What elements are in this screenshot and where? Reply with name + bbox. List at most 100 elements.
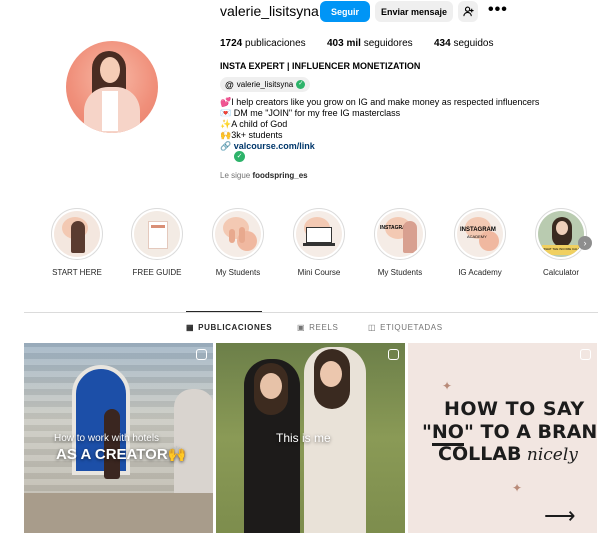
threads-badge[interactable]: @ valerie_lisitsyna ✓ [220,77,311,92]
highlight-free-guide[interactable]: FREE GUIDE [127,208,187,277]
highlight-cover: INSTAGRAM ACADEMY [457,211,503,257]
highlight-ring: WHAT THE INCOME CALCULATOR [535,208,587,260]
reel-icon [196,349,207,360]
tagged-icon: ◫ [368,323,377,332]
post-caption-line2: AS A CREATOR🙌 [56,446,187,463]
cover-text: ACADEMY [467,234,487,239]
threads-icon: @ [225,79,234,90]
tab-tagged-label: ETIQUETADAS [380,323,443,332]
avatar-face [100,57,120,83]
post-caption: This is me [276,431,331,445]
highlight-ring: INSTAGRAM [374,208,426,260]
graduate-face-1 [260,373,282,399]
tab-tagged[interactable]: ◫ ETIQUETADAS [368,323,443,332]
post-title-line1: HOW TO SAY [444,398,585,420]
tab-posts-label: PUBLICACIONES [198,323,273,332]
post-title-line3: COLLAB nicely [438,443,578,465]
more-dots-icon: ••• [488,1,508,18]
followers-count-label: seguidores [363,38,413,49]
highlight-ig-academy[interactable]: INSTAGRAM ACADEMY IG Academy [450,208,510,277]
verified-badge-icon: ✓ [234,151,245,162]
avatar-shirt [102,91,118,131]
highlight-ring [293,208,345,260]
cover-text: WHAT THE INCOME CALCULATOR [543,247,581,251]
threads-handle: valerie_lisitsyna [236,80,294,89]
highlight-ring: INSTAGRAM ACADEMY [454,208,506,260]
suggest-accounts-button[interactable] [458,1,478,22]
highlight-cover [54,211,100,257]
highlight-label: Calculator [542,268,579,277]
cover-text: INSTAGRAM [460,227,496,233]
cover-person [403,221,417,253]
bio-line-4: 🙌3k+ students [220,130,283,140]
profile-avatar[interactable] [66,41,158,133]
person-add-icon [462,6,474,17]
sparkle-icon: ✦ [512,481,523,495]
profile-username: valerie_lisitsyna [220,3,319,19]
highlight-cover [296,211,342,257]
followers-count-value: 403 mil [327,38,361,49]
following-count-value: 434 [434,38,451,49]
tabs-divider [24,312,598,313]
post-title-script: nicely [521,445,578,465]
cover-hand [229,229,235,243]
bio-line-3: ✨A child of God [220,119,288,129]
active-tab-indicator [186,311,262,312]
posts-count-value: 1724 [220,38,243,49]
highlight-my-students-1[interactable]: My Students [208,208,268,277]
send-message-button[interactable]: Enviar mensaje [375,1,453,22]
followed-by[interactable]: Le sigue foodspring_es [220,171,308,180]
cover-laptop [306,227,332,243]
tab-posts[interactable]: ▦ PUBLICACIONES [186,323,272,332]
post-title-quote-open: " [422,421,432,443]
followers-count[interactable]: 403 mil seguidores [327,38,413,49]
tab-reels[interactable]: ▣ REELS [297,323,338,332]
cover-person [71,221,85,253]
post-title-collab: COLLAB [438,443,522,465]
highlight-cover [134,211,180,257]
chevron-right-icon: › [583,238,587,248]
arrow-right-icon: ⟶ [544,503,576,528]
cover-hand [239,227,245,243]
highlight-ring [51,208,103,260]
followed-by-prefix: Le sigue [220,171,251,180]
post-title-line2-rest: TO A BRAND [480,421,597,443]
woman-figure [104,409,120,479]
bio-category: INSTA EXPERT | INFLUENCER MONETIZATION [220,61,421,71]
highlight-ring [131,208,183,260]
sparkle-icon: ✦ [442,379,453,393]
reel-icon [388,349,399,360]
grid-icon: ▦ [186,323,195,332]
highlight-start-here[interactable]: START HERE [47,208,107,277]
reels-icon: ▣ [297,323,306,332]
cover-guide-stripe [151,225,165,228]
highlight-cover: INSTAGRAM [377,211,423,257]
highlight-cover [215,211,261,257]
highlight-mini-course[interactable]: Mini Course [289,208,349,277]
post-tile-this-is-me[interactable]: This is me [216,343,405,533]
highlight-label: IG Academy [458,268,502,277]
post-title-quote-close: " [463,421,474,443]
follow-button[interactable]: Seguir [320,1,370,22]
highlight-my-students-2[interactable]: INSTAGRAM My Students [370,208,430,277]
followed-by-user: foodspring_es [252,171,308,180]
highlight-label: My Students [377,268,423,277]
following-count[interactable]: 434 seguidos [434,38,494,49]
following-count-label: seguidos [453,38,494,49]
highlight-label: FREE GUIDE [132,268,182,277]
post-tile-say-no[interactable]: ✦ ✦ HOW TO SAY "NO" TO A BRAND COLLAB ni… [408,343,597,533]
bio-line-1: 💕I help creators like you grow on IG and… [220,97,540,107]
more-options-button[interactable]: ••• [488,1,508,19]
post-title-line2: "NO" TO A BRAND [422,421,597,446]
verified-icon: ✓ [296,80,306,89]
posts-count[interactable]: 1724 publicaciones [220,38,306,49]
highlight-cover: WHAT THE INCOME CALCULATOR [538,211,584,257]
highlight-label: Mini Course [297,268,341,277]
tab-reels-label: REELS [309,323,339,332]
post-caption-line1: How to work with hotels [54,433,160,444]
highlights-next-button[interactable]: › [578,236,592,250]
post-tile-hotels[interactable]: How to work with hotels AS A CREATOR🙌 [24,343,213,533]
cover-laptop-base [303,243,335,246]
bio-link[interactable]: valcourse.com/link [234,141,315,151]
multi-post-icon [580,349,591,360]
